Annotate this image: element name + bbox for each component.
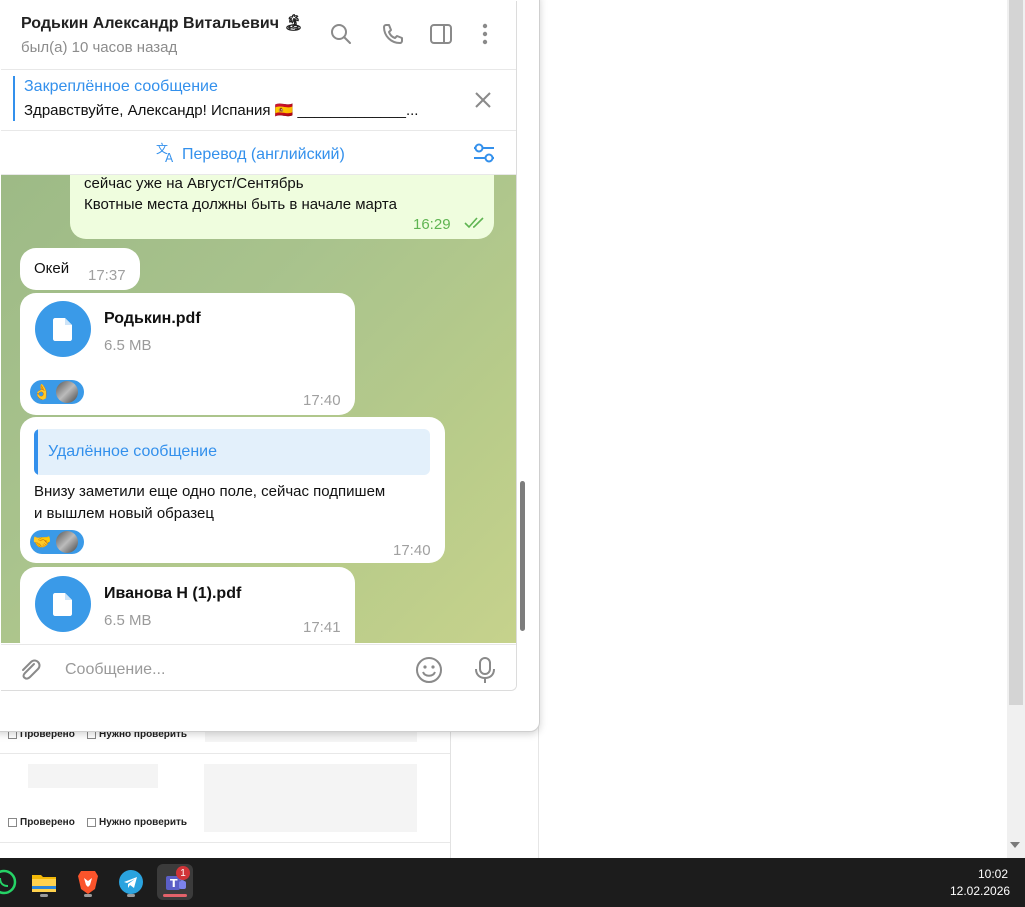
file-message[interactable]: Иванова Н (1).pdf 6.5 MB 17:41 (20, 567, 355, 643)
chat-scrollbar-thumb[interactable] (520, 481, 525, 631)
checkbox-verified-label: Проверено (20, 817, 75, 828)
document-icon[interactable] (35, 301, 91, 357)
chat-header[interactable]: Родькин Александр Витальевич 🏝 был(а) 10… (1, 1, 516, 70)
pinned-title: Закреплённое сообщение (24, 78, 218, 95)
reply-quote[interactable]: Удалённое сообщение (34, 429, 430, 475)
message-text: Внизу заметили еще одно поле, сейчас под… (34, 481, 385, 525)
contact-name[interactable]: Родькин Александр Витальевич 🏝 (21, 13, 304, 33)
document-icon[interactable] (35, 576, 91, 632)
avatar (56, 531, 78, 553)
translate-bar: 文A Перевод (английский) (1, 131, 516, 175)
message-bubble-outgoing[interactable]: сейчас уже на Август/Сентябрь Квотные ме… (70, 175, 494, 239)
background-field (204, 764, 417, 832)
phone-icon[interactable] (379, 21, 405, 47)
sidebar-toggle-icon[interactable] (428, 21, 454, 47)
page-scrollbar-thumb[interactable] (1009, 0, 1023, 705)
translate-icon: 文A (156, 141, 178, 168)
message-time: 17:40 (393, 542, 431, 559)
message-time: 17:40 (303, 392, 341, 409)
teams-icon[interactable]: T 1 (157, 864, 193, 900)
reaction-emoji: 👌 (32, 384, 52, 401)
microphone-icon[interactable] (473, 656, 497, 684)
svg-text:A: A (165, 151, 174, 163)
message-time: 16:29 (413, 216, 451, 233)
whatsapp-icon[interactable] (0, 864, 22, 900)
close-icon[interactable] (471, 88, 495, 112)
running-indicator (40, 894, 48, 897)
file-explorer-icon[interactable] (26, 864, 62, 900)
clock-date[interactable]: 12.02.2026 (950, 884, 1010, 898)
running-indicator (127, 894, 135, 897)
more-vertical-icon[interactable] (472, 21, 498, 47)
background-field (28, 764, 158, 788)
message-line: и вышлем новый образец (34, 505, 214, 522)
background-right-panel (538, 0, 1008, 858)
message-text: сейчас уже на Август/Сентябрь Квотные ме… (84, 175, 397, 215)
notification-badge: 1 (176, 866, 190, 880)
avatar (56, 381, 78, 403)
taskbar: T 1 (0, 858, 1025, 907)
file-size: 6.5 MB (104, 612, 152, 629)
checkbox-box[interactable] (87, 818, 96, 827)
svg-text:T: T (170, 877, 178, 890)
scroll-down-arrow-icon[interactable] (1010, 842, 1020, 848)
message-composer (1, 644, 516, 690)
checkbox-needs-check-label: Нужно проверить (99, 817, 188, 828)
message-line: Внизу заметили еще одно поле, сейчас под… (34, 483, 386, 500)
reaction-badge[interactable]: 🤝 (30, 530, 84, 554)
reply-message[interactable]: Удалённое сообщение Внизу заметили еще о… (20, 417, 445, 563)
reply-title: Удалённое сообщение (48, 443, 217, 460)
reply-indicator (34, 429, 38, 475)
clock-time[interactable]: 10:02 (978, 867, 1008, 881)
message-line: сейчас уже на Август/Сентябрь (84, 175, 304, 192)
pinned-message-bar[interactable]: Закреплённое сообщение Здравствуйте, Але… (1, 70, 516, 131)
file-name[interactable]: Иванова Н (1).pdf (104, 585, 241, 603)
message-time: 17:37 (88, 267, 126, 284)
message-text: Окей (34, 260, 70, 277)
reaction-badge[interactable]: 👌 (30, 380, 84, 404)
pinned-text: Здравствуйте, Александр! Испания 🇪🇸 ____… (24, 102, 419, 119)
background-row-divider (0, 753, 450, 754)
checkbox-verified[interactable]: Проверено (8, 817, 75, 828)
message-input[interactable] (63, 656, 397, 684)
double-check-icon (464, 215, 488, 235)
message-list[interactable]: сейчас уже на Август/Сентябрь Квотные ме… (1, 175, 516, 643)
telegram-window: Родькин Александр Витальевич 🏝 был(а) 10… (0, 0, 540, 732)
running-indicator (84, 894, 92, 897)
checkbox-box[interactable] (8, 818, 17, 827)
file-name[interactable]: Родькин.pdf (104, 310, 201, 328)
message-line: Квотные места должны быть в начале марта (84, 196, 397, 213)
file-size: 6.5 MB (104, 337, 152, 354)
translate-settings-icon[interactable] (471, 140, 497, 166)
paperclip-icon[interactable] (17, 657, 43, 683)
brave-icon[interactable] (70, 864, 106, 900)
contact-status: был(а) 10 часов назад (21, 39, 178, 56)
reaction-emoji: 🤝 (32, 534, 52, 551)
message-time: 17:41 (303, 619, 341, 636)
translate-button[interactable]: 文A Перевод (английский) (156, 141, 345, 168)
background-divider (450, 730, 451, 858)
telegram-icon[interactable] (113, 864, 149, 900)
chat-panel: Родькин Александр Витальевич 🏝 был(а) 10… (1, 1, 517, 691)
pinned-indicator (13, 76, 15, 121)
message-bubble-incoming[interactable]: Окей 17:37 (20, 248, 140, 290)
file-message[interactable]: Родькин.pdf 6.5 MB 👌 17:40 (20, 293, 355, 415)
translate-label: Перевод (английский) (182, 145, 345, 163)
checkbox-needs-check[interactable]: Нужно проверить (87, 817, 187, 828)
search-icon[interactable] (328, 21, 354, 47)
running-indicator (163, 894, 187, 897)
background-row-divider (0, 842, 450, 843)
emoji-icon[interactable] (415, 656, 443, 684)
